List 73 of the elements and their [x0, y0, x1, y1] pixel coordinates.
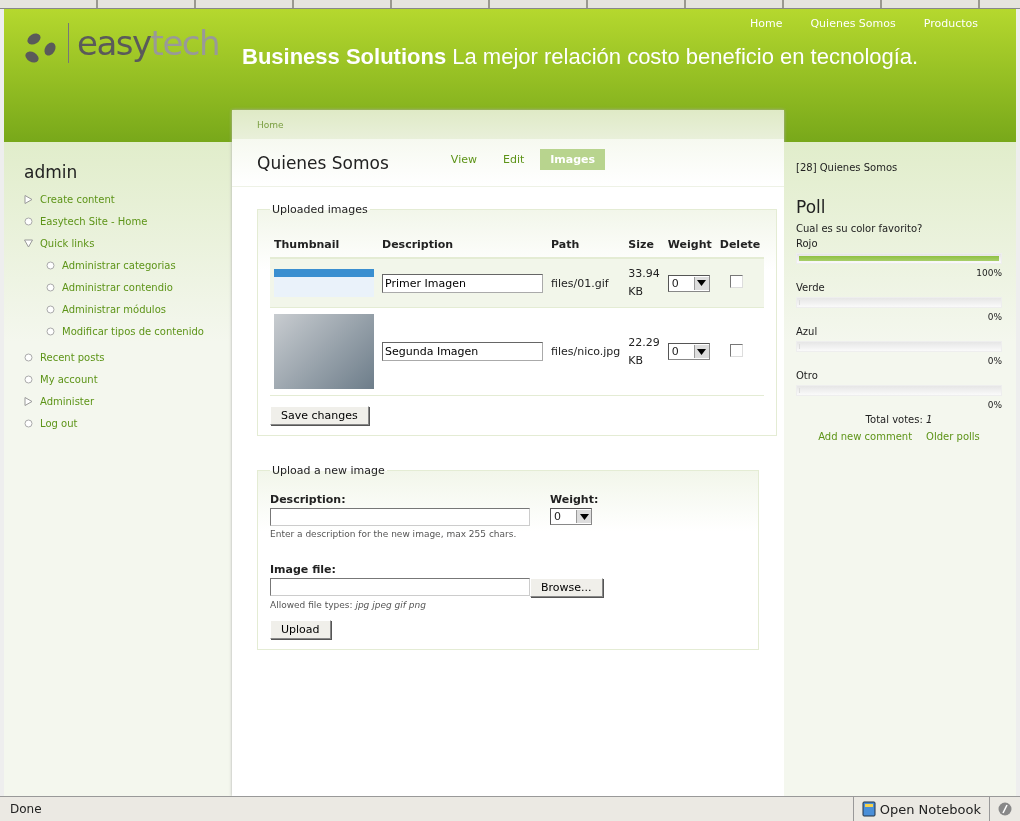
browse-button[interactable]: Browse... [530, 578, 603, 597]
collapsed-triangle-icon [24, 194, 33, 204]
file-types-help-text: Allowed file types: jpg jpeg gif png [270, 600, 427, 610]
table-cell: 33.94 KB [624, 258, 664, 308]
bullet-circle-icon [46, 260, 55, 270]
site-logo[interactable]: easytech [77, 23, 220, 63]
breadcrumb-link[interactable]: Home [257, 119, 284, 130]
poll-choice-label: Otro [796, 370, 819, 381]
bullet-circle-icon [46, 304, 55, 314]
poll-title: Poll [796, 197, 827, 217]
menu-link[interactable]: Easytech Site - Home [40, 215, 148, 227]
poll-percent: 0% [986, 400, 1002, 410]
delete-checkbox[interactable] [729, 275, 743, 288]
poll-percent: 100% [975, 268, 1002, 278]
fieldset-legend: Uploaded images [270, 203, 370, 216]
table-cell: 22.29 KB [624, 307, 664, 396]
bullet-circle-icon [46, 282, 55, 292]
page-title: Quienes Somos [257, 152, 389, 173]
poll-percent: 0% [986, 356, 1002, 366]
upload-button[interactable]: Upload [270, 620, 331, 639]
poll-percent: 0% [986, 312, 1002, 322]
sidebar-title: admin [24, 162, 79, 182]
dropdown-arrow-icon [697, 280, 707, 286]
bullet-circle-icon [46, 326, 55, 336]
dropdown-arrow-icon [697, 348, 707, 355]
menu-link[interactable]: Administrar contendio [62, 281, 173, 293]
menu-link[interactable]: Modificar tipos de contenido [62, 325, 204, 337]
total-votes-text: Total votes: 1 [864, 414, 934, 425]
open-notebook-button[interactable]: Open Notebook [852, 797, 989, 821]
menu-link[interactable]: Administrar categorias [62, 259, 176, 271]
dropdown-arrow-icon [579, 513, 589, 520]
weight-select[interactable]: 0 [667, 274, 710, 292]
menu-link[interactable]: Quick links [40, 237, 95, 249]
image-file-label: Image file: [270, 563, 337, 576]
node-link[interactable]: [28] Quienes Somos [796, 162, 1002, 173]
bullet-circle-icon [24, 374, 33, 384]
site-slogan: Business Solutions La mejor relación costo beneficio en tecnología. [242, 44, 920, 70]
description-input[interactable]: Segunda Imagen [382, 342, 543, 361]
bullet-circle-icon [24, 216, 33, 226]
notebook-icon [861, 801, 876, 817]
delete-checkbox[interactable] [729, 343, 743, 357]
weight-label: Weight: [550, 493, 599, 506]
menu-link[interactable]: Administer [40, 395, 95, 407]
poll-link[interactable]: Add new comment [818, 431, 913, 442]
description-label: Description: [270, 493, 347, 506]
expanded-triangle-icon [24, 238, 33, 248]
poll-choice-label: Verde [796, 282, 826, 293]
menu-link[interactable]: Administrar módulos [62, 303, 166, 315]
description-help-text: Enter a description for the new image, max 255 chars. [270, 529, 518, 539]
weight-select[interactable]: 0 [550, 508, 592, 525]
bullet-circle-icon [24, 352, 33, 362]
tab[interactable]: Edit [492, 149, 535, 170]
poll-link[interactable]: Older polls [926, 431, 980, 442]
poll-question: Cual es su color favorito? [796, 223, 924, 234]
menu-link[interactable]: My account [40, 373, 98, 385]
tab[interactable]: View [440, 149, 487, 170]
collapsed-triangle-icon [24, 396, 33, 406]
menu-link[interactable]: Recent posts [40, 351, 105, 363]
bullet-circle-icon [24, 418, 33, 428]
poll-choice-label: Rojo [796, 238, 819, 249]
file-path-input[interactable] [270, 578, 530, 596]
table-cell: files/01.gif [547, 258, 625, 308]
menu-link[interactable]: Log out [40, 417, 78, 429]
fieldset-legend: Upload a new image [270, 464, 387, 477]
weight-select[interactable]: 0 [667, 343, 710, 360]
poll-choice-label: Azul [796, 326, 819, 337]
description-input[interactable]: Primer Imagen [382, 273, 543, 293]
save-changes-button[interactable]: Save changes [270, 406, 369, 425]
status-slash-icon [998, 802, 1012, 816]
menu-link[interactable]: Create content [40, 193, 115, 205]
status-text: Done [9, 802, 43, 816]
table-cell: files/nico.jpg [547, 307, 625, 396]
description-input[interactable] [270, 508, 530, 526]
